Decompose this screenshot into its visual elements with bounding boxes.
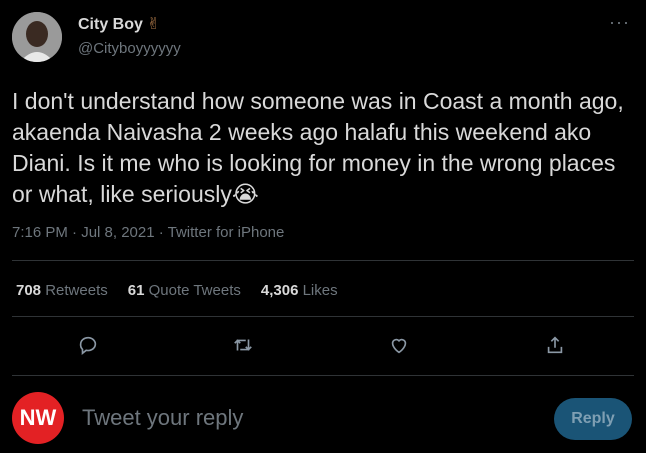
- quote-count: 61: [127, 282, 145, 299]
- divider: [12, 260, 634, 261]
- retweet-icon[interactable]: [228, 330, 258, 360]
- divider: [12, 316, 634, 317]
- quote-label: Quote Tweets: [148, 282, 241, 299]
- more-options-icon[interactable]: ···: [609, 12, 630, 33]
- reply-button[interactable]: Reply: [554, 398, 632, 440]
- heart-icon[interactable]: [384, 330, 414, 360]
- quote-tweets-stat[interactable]: 61 Quote Tweets: [128, 282, 241, 299]
- retweets-stat[interactable]: 708 Retweets: [16, 282, 108, 299]
- reply-input[interactable]: [80, 404, 484, 432]
- comment-icon[interactable]: [73, 330, 103, 360]
- divider: [12, 375, 634, 376]
- share-icon[interactable]: [540, 330, 570, 360]
- author-name-text: City Boy: [78, 16, 143, 33]
- likes-label: Likes: [302, 282, 338, 299]
- crying-face-icon: 😭: [231, 182, 259, 208]
- author-handle[interactable]: @Cityboyyyyyy: [78, 40, 181, 57]
- tweet-actions: [0, 330, 646, 360]
- author-avatar[interactable]: [12, 12, 62, 62]
- likes-count: 4,306: [260, 282, 299, 299]
- reply-composer: NW Reply: [0, 390, 646, 450]
- author-name[interactable]: City Boy ✌: [78, 14, 160, 34]
- victory-hand-icon: ✌: [146, 16, 161, 33]
- user-avatar[interactable]: NW: [12, 392, 64, 444]
- tweet-body: I don't understand how someone was in Co…: [12, 88, 624, 207]
- tweet-text: I don't understand how someone was in Co…: [12, 86, 638, 211]
- likes-stat[interactable]: 4,306 Likes: [261, 282, 338, 299]
- retweets-count: 708: [16, 282, 42, 299]
- tweet-stats: 708 Retweets 61 Quote Tweets 4,306 Likes: [16, 282, 338, 299]
- tweet-timestamp[interactable]: 7:16 PM · Jul 8, 2021 · Twitter for iPho…: [12, 224, 284, 241]
- retweets-label: Retweets: [45, 282, 108, 299]
